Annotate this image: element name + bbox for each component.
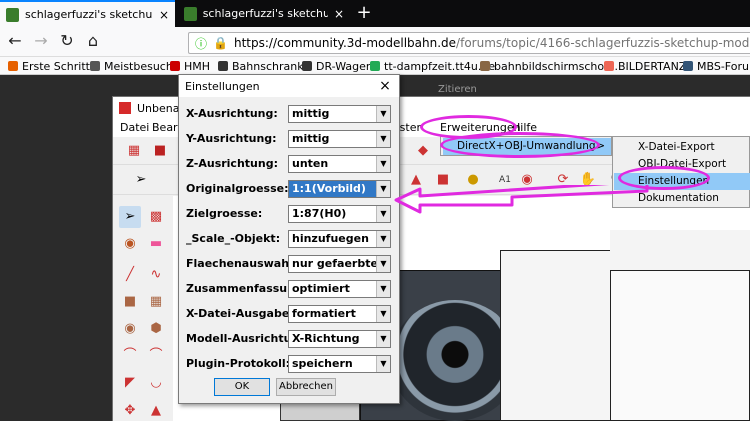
pushpull-tool-icon[interactable]: ▲ (145, 400, 167, 421)
label-x-ausrichtung: X-Ausrichtung: (186, 107, 278, 120)
dropdown-arrow-icon: ▼ (376, 156, 390, 172)
reload-icon[interactable]: ↻ (56, 30, 78, 52)
select-x-datei-ausgabe[interactable]: formatiert ▼ (288, 305, 391, 323)
dropdown-arrow-icon: ▼ (376, 231, 390, 247)
select-z-ausrichtung[interactable]: unten ▼ (288, 155, 391, 173)
bookmark-item[interactable]: Meistbesucht (90, 58, 177, 74)
open-file-icon[interactable]: ■ (149, 140, 171, 162)
label-zielgroesse: Zielgroesse: (186, 207, 263, 220)
cancel-button[interactable]: Abbrechen (276, 378, 336, 396)
dropdown-arrow-icon: ▼ (376, 306, 390, 322)
paint-icon[interactable]: ◉ (119, 233, 141, 255)
bookmark-item[interactable]: tt-dampfzeit.tt4u.de (370, 58, 495, 74)
label-x-datei-ausgabe: X-Datei-Ausgabe: (186, 307, 294, 320)
dialog-titlebar: Einstellungen (179, 75, 399, 97)
label-plugin-protokoll: Plugin-Protokoll: (186, 357, 291, 370)
bookmark-item[interactable]: DR-Wagen (302, 58, 373, 74)
bookmark-item[interactable]: BILDERTANZ (604, 58, 686, 74)
lock-icon: 🔒 (213, 36, 228, 50)
circle-icon[interactable]: ◉ (119, 318, 141, 340)
bookmark-item[interactable]: Erste Schritte (8, 58, 97, 74)
polygon-icon[interactable]: ⬢ (145, 318, 167, 340)
new-file-icon[interactable]: ▦ (123, 140, 145, 162)
select-x-ausrichtung[interactable]: mittig ▼ (288, 105, 391, 123)
annotation-ellipse-directx (440, 132, 600, 158)
move-tool-icon[interactable]: ✥ (119, 400, 141, 421)
box-model-top (610, 230, 750, 270)
back-icon[interactable]: ← (4, 30, 26, 52)
address-bar[interactable]: ⓘ 🔒 https://community.3d-modellbahn.de /… (188, 32, 750, 54)
select-tool-icon[interactable]: ➢ (119, 206, 141, 228)
url-domain: https://community.3d-modellbahn.de (233, 36, 457, 50)
select-zusammenfassung[interactable]: optimiert ▼ (288, 280, 391, 298)
box-model-1 (610, 270, 750, 421)
select-plugin-protokoll[interactable]: speichern ▼ (288, 355, 391, 373)
home-icon[interactable]: ⌂ (82, 30, 104, 52)
dialog-close-icon[interactable]: × (372, 76, 398, 96)
sketchup-logo-icon (119, 102, 131, 114)
dialog-title: Einstellungen (185, 79, 260, 93)
dropdown-arrow-icon: ▼ (376, 206, 390, 222)
browser-tab[interactable]: schlagerfuzzi's sketchup modelle × (178, 0, 350, 27)
eraser-icon[interactable]: ▬ (145, 233, 167, 255)
arc2-icon[interactable]: ⌒ (145, 345, 167, 367)
box-model-2 (500, 250, 620, 421)
new-tab-button[interactable]: + (350, 0, 378, 27)
label-originalgroesse: Originalgroesse: (186, 182, 289, 195)
dropdown-arrow-icon: ▼ (376, 356, 390, 372)
arc-icon[interactable]: ⌒ (119, 345, 141, 367)
line-tool-icon[interactable]: ╱ (119, 264, 141, 286)
dropdown-arrow-icon: ▼ (376, 256, 390, 272)
rectangle-icon[interactable]: ■ (119, 291, 141, 313)
select-originalgroesse[interactable]: 1:1(Vorbild) ▼ (288, 180, 391, 198)
bookmark-item[interactable]: MBS-Forum (683, 58, 750, 74)
tab-close-icon[interactable]: × (159, 8, 169, 22)
bookmark-item[interactable]: HMH (170, 58, 210, 74)
select-y-ausrichtung[interactable]: mittig ▼ (288, 130, 391, 148)
dropdown-arrow-icon: ▼ (376, 106, 390, 122)
info-icon[interactable]: ⓘ (195, 35, 207, 52)
select-modell-ausrichtung[interactable]: X-Richtung ▼ (288, 330, 391, 348)
menu-datei[interactable]: Datei (117, 120, 152, 136)
bookmark-item[interactable]: Bahnschranke (218, 58, 310, 74)
url-path: /forums/topic/4166-schlagerfuzzis-sketch… (456, 36, 750, 50)
dropdown-arrow-icon: ▼ (376, 131, 390, 147)
pie-icon[interactable]: ◤ (119, 372, 141, 394)
dropdown-arrow-icon: ▼ (376, 181, 390, 197)
component-icon[interactable]: ▩ (145, 206, 167, 228)
annotation-arrow (394, 185, 649, 214)
label-z-ausrichtung: Z-Ausrichtung: (186, 157, 278, 170)
tab-title: schlagerfuzzi's sketchup modelle (24, 8, 153, 21)
label-flaechenauswahl: Flaechenauswahl: (186, 257, 298, 270)
menu-item-x-export[interactable]: X-Datei-Export (614, 139, 750, 156)
select-zielgroesse[interactable]: 1:87(H0) ▼ (288, 205, 391, 223)
label-scale-objekt: _Scale_-Objekt: (186, 232, 281, 245)
tab-favicon-icon (184, 6, 197, 21)
quote-link[interactable]: Zitieren (438, 84, 477, 95)
plugin-icon[interactable]: ◆ (412, 140, 434, 162)
dropdown-arrow-icon: ▼ (376, 331, 390, 347)
bookmark-item[interactable]: bahnbildschirmschon... (480, 58, 622, 74)
three-point-arc-icon[interactable]: ◡ (145, 372, 167, 394)
forward-icon[interactable]: → (30, 30, 52, 52)
tab-close-icon[interactable]: × (334, 7, 344, 21)
select-arrow-icon[interactable]: ➢ (130, 169, 152, 191)
select-flaechenauswahl[interactable]: nur gefaerbte ▼ (288, 255, 391, 273)
browser-tab-active[interactable]: schlagerfuzzi's sketchup modelle × (0, 0, 175, 27)
freehand-icon[interactable]: ∿ (145, 264, 167, 286)
label-y-ausrichtung: Y-Ausrichtung: (186, 132, 277, 145)
dropdown-arrow-icon: ▼ (376, 281, 390, 297)
tab-favicon-icon (6, 7, 19, 22)
ok-button[interactable]: OK (214, 378, 270, 396)
tab-title: schlagerfuzzi's sketchup modelle (202, 7, 328, 20)
rotated-rect-icon[interactable]: ▦ (145, 291, 167, 313)
select-scale-objekt[interactable]: hinzufuegen ▼ (288, 230, 391, 248)
